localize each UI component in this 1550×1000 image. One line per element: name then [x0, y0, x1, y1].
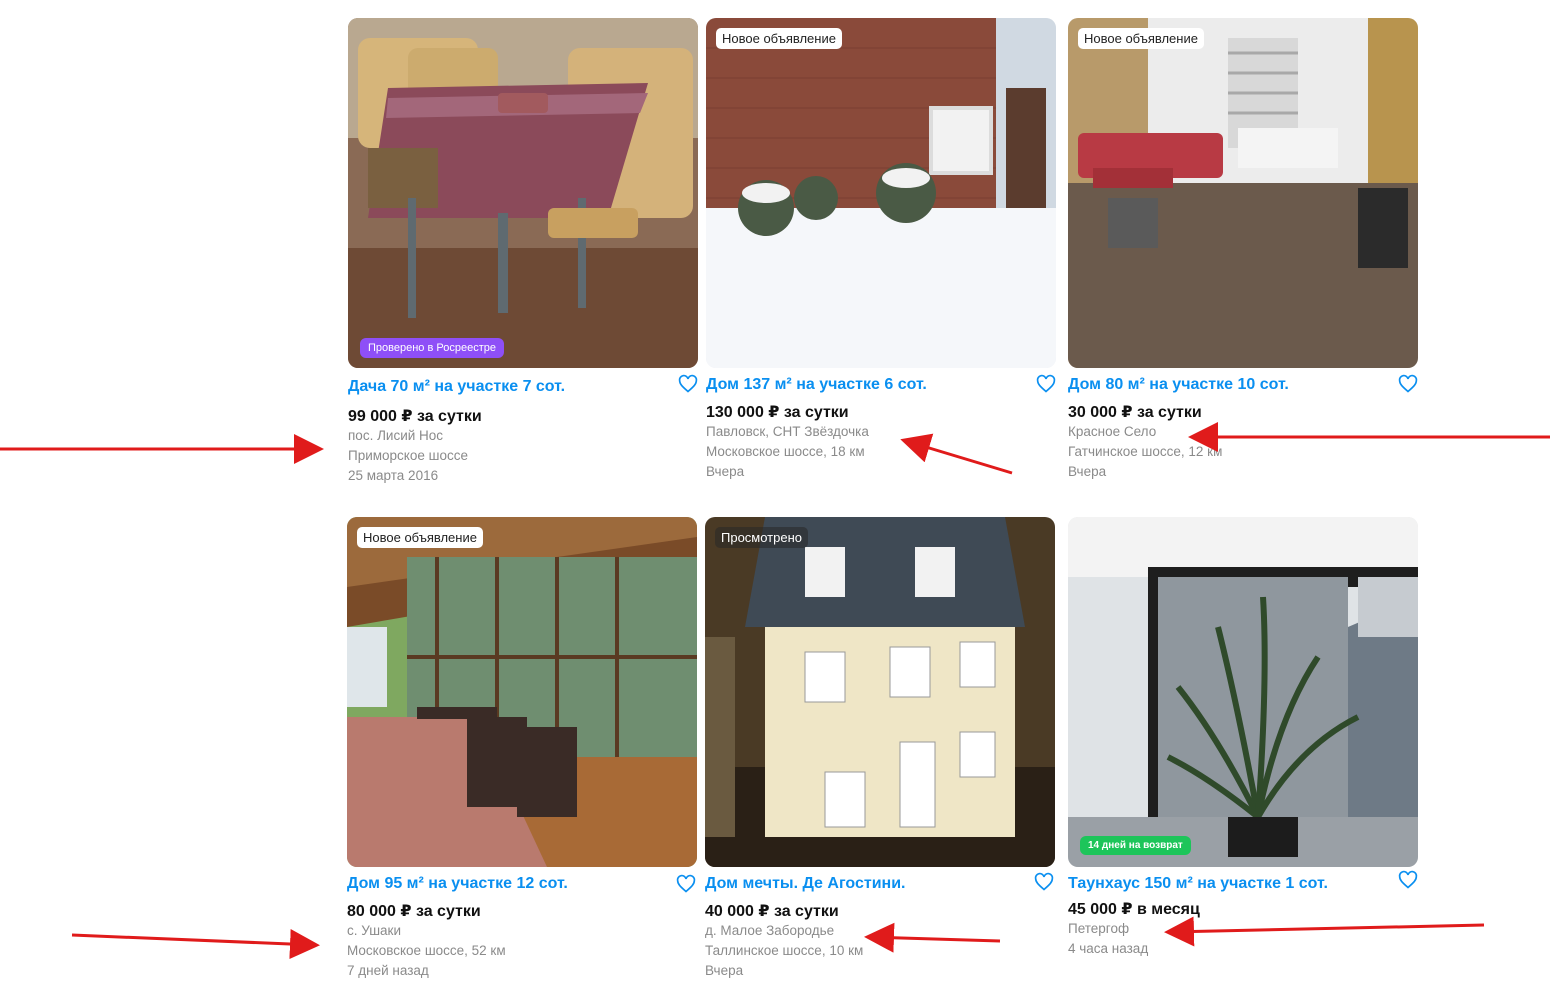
- listing-date: Вчера: [705, 963, 744, 978]
- listing-card-6[interactable]: 14 дней на возврат Таунхаус 150 м² на уч…: [1068, 517, 1420, 959]
- photo-townhouse-palm: [1068, 517, 1418, 867]
- listing-title[interactable]: Дом 95 м² на участке 12 сот.: [347, 875, 699, 893]
- listing-card-3[interactable]: Новое объявление Дом 80 м² на участке 10…: [1068, 18, 1420, 482]
- listing-location: д. Малое Забородье: [705, 923, 835, 938]
- heart-icon[interactable]: [1398, 374, 1418, 394]
- heart-icon[interactable]: [678, 374, 698, 394]
- listing-photo[interactable]: Просмотрено: [705, 517, 1055, 867]
- listing-card-2[interactable]: Новое объявление Дом 137 м² на участке 6…: [706, 18, 1058, 482]
- listing-card-5[interactable]: Просмотрено Дом мечты. Де Агостини. 40 0…: [705, 517, 1057, 981]
- listing-title[interactable]: Дом мечты. Де Агостини.: [705, 875, 1057, 893]
- listing-price: 30 000 ₽ за сутки: [1068, 404, 1202, 421]
- rosreestr-verified-badge: Проверено в Росреестре: [360, 338, 504, 358]
- photo-interior-dining: [348, 18, 698, 368]
- listing-date: Вчера: [706, 464, 745, 479]
- listing-title[interactable]: Таунхаус 150 м² на участке 1 сот.: [1068, 875, 1420, 893]
- photo-veranda: [347, 517, 697, 867]
- photo-brick-house-snow: [706, 18, 1056, 368]
- listing-date: 25 марта 2016: [348, 468, 439, 483]
- listing-location: Петергоф: [1068, 921, 1130, 936]
- listing-location: с. Ушаки: [347, 923, 402, 938]
- listing-location: пос. Лисий Нос: [348, 428, 444, 443]
- listing-price: 130 000 ₽ за сутки: [706, 404, 849, 421]
- listing-date: Вчера: [1068, 464, 1107, 479]
- heart-icon[interactable]: [1034, 872, 1054, 892]
- listing-photo[interactable]: Новое объявление: [1068, 18, 1418, 368]
- listing-location: Павловск, СНТ Звёздочка: [706, 424, 869, 439]
- listing-photo[interactable]: Новое объявление: [347, 517, 697, 867]
- listing-photo[interactable]: 14 дней на возврат: [1068, 517, 1418, 867]
- arrow-annotation: [71, 929, 320, 959]
- listing-date: 7 дней назад: [347, 963, 429, 978]
- listing-location: Красное Село: [1068, 424, 1157, 439]
- new-listing-badge: Новое объявление: [357, 527, 483, 548]
- listing-highway: Гатчинское шоссе, 12 км: [1068, 444, 1223, 459]
- listing-highway: Московское шоссе, 18 км: [706, 444, 865, 459]
- listing-price: 40 000 ₽ за сутки: [705, 903, 839, 920]
- listing-price: 80 000 ₽ за сутки: [347, 903, 481, 920]
- return-period-badge: 14 дней на возврат: [1080, 836, 1191, 855]
- new-listing-badge: Новое объявление: [716, 28, 842, 49]
- new-listing-badge: Новое объявление: [1078, 28, 1204, 49]
- heart-icon[interactable]: [676, 874, 696, 894]
- listing-title[interactable]: Дача 70 м² на участке 7 сот.: [348, 378, 700, 396]
- heart-icon[interactable]: [1398, 870, 1418, 890]
- listing-photo[interactable]: Проверено в Росреестре: [348, 18, 698, 368]
- listing-title[interactable]: Дом 80 м² на участке 10 сот.: [1068, 376, 1420, 394]
- listing-photo[interactable]: Новое объявление: [706, 18, 1056, 368]
- listing-title[interactable]: Дом 137 м² на участке 6 сот.: [706, 376, 1058, 394]
- listing-price: 45 000 ₽ в месяц: [1068, 901, 1200, 918]
- listing-highway: Приморское шоссе: [348, 448, 468, 463]
- listing-highway: Московское шоссе, 52 км: [347, 943, 506, 958]
- heart-icon[interactable]: [1036, 374, 1056, 394]
- listing-card-4[interactable]: Новое объявление Дом 95 м² на участке 12…: [347, 517, 699, 981]
- listing-highway: Таллинское шоссе, 10 км: [705, 943, 864, 958]
- listing-date: 4 часа назад: [1068, 941, 1149, 956]
- listing-price: 99 000 ₽ за сутки: [348, 408, 482, 425]
- photo-room-red-sofa: [1068, 18, 1418, 368]
- viewed-badge: Просмотрено: [715, 527, 809, 548]
- photo-dollhouse: [705, 517, 1055, 867]
- listing-card-1[interactable]: Проверено в Росреестре Дача 70 м² на уча…: [348, 18, 700, 486]
